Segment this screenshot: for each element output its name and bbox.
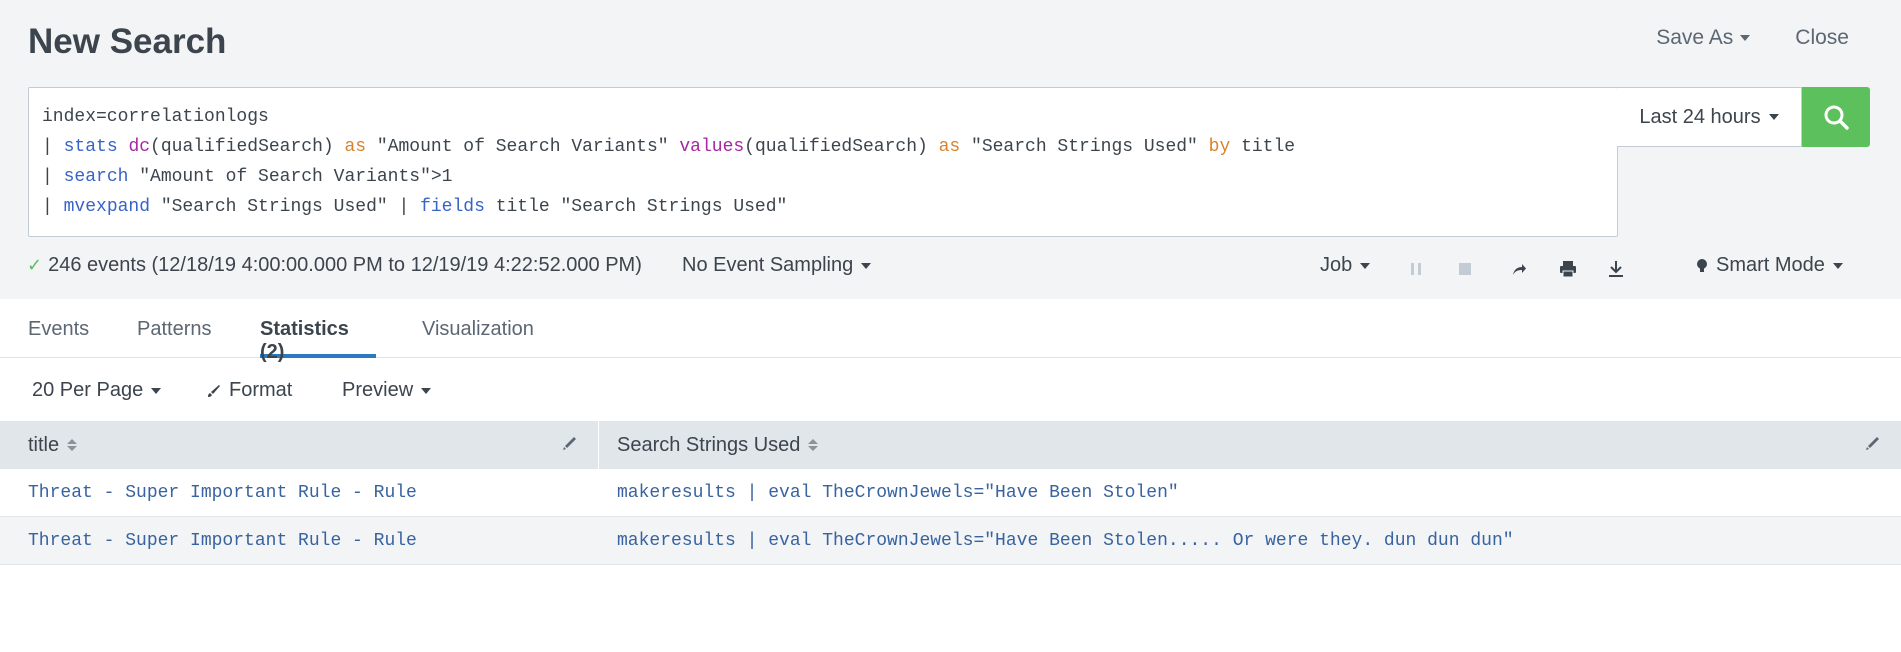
table-header: title Search Strings Used [0,421,1901,469]
pause-icon[interactable] [1405,258,1427,280]
query-keyword: fields [420,197,485,217]
save-as-button[interactable]: Save As [1656,26,1751,50]
close-label: Close [1795,26,1849,49]
query-keyword: search [63,167,129,187]
search-mode-dropdown[interactable]: Smart Mode [1696,254,1843,277]
query-text: index=correlationlogs [42,107,269,127]
pencil-icon[interactable] [1863,435,1881,453]
column-header-search-strings[interactable]: Search Strings Used [599,421,1901,469]
time-range-label: Last 24 hours [1639,105,1761,128]
job-label: Job [1320,254,1353,276]
chevron-down-icon [1768,114,1779,120]
checkmark-icon: ✓ [27,255,43,275]
lightbulb-icon [1697,258,1707,272]
chevron-down-icon [151,387,162,394]
job-menu: Job [1320,254,1371,277]
print-icon[interactable] [1557,258,1579,280]
query-text: "Amount of Search Variants" [366,137,680,157]
query-line: index=correlationlogs [42,102,1604,132]
results-table: title Search Strings Used Threat - Super… [0,421,1901,565]
pencil-icon[interactable] [560,435,578,453]
table-cell-search-string[interactable]: makeresults | eval TheCrownJewels="Have … [599,517,1901,564]
per-page-label: 20 Per Page [32,379,144,401]
query-text: | [42,197,64,217]
query-keyword: dc [128,137,151,157]
query-keyword: as [344,137,367,157]
search-header-area: New Search Save As Close index=correlati… [0,0,1901,299]
event-summary: 246 events (12/18/19 4:00:00.000 PM to 1… [48,254,642,276]
search-icon [1824,105,1849,130]
query-text: title "Search Strings Used" [484,197,788,217]
query-line: | stats dc(qualifiedSearch) as "Amount o… [42,132,1604,162]
job-dropdown[interactable]: Job [1320,254,1371,277]
search-query-editor[interactable]: index=correlationlogs | stats dc(qualifie… [28,87,1618,237]
tab-events[interactable]: Events [28,299,89,358]
table-row: Threat - Super Important Rule - Rule mak… [0,469,1901,517]
query-keyword: as [938,137,961,157]
tab-patterns[interactable]: Patterns [137,299,211,358]
stop-icon[interactable] [1454,258,1476,280]
query-text: (qualifiedSearch) [744,137,939,157]
search-button[interactable] [1802,87,1870,147]
query-keyword: values [679,137,745,157]
query-text: "Search Strings Used" | [150,197,421,217]
query-line: | search "Amount of Search Variants">1 [42,162,1604,192]
query-keyword: stats [63,137,118,157]
paintbrush-icon [208,384,220,397]
format-button[interactable]: Format [207,379,292,402]
query-keyword: mvexpand [63,197,151,217]
query-keyword: by [1208,137,1231,157]
query-text: (qualifiedSearch) [150,137,345,157]
query-text: "Amount of Search Variants">1 [128,167,453,187]
job-status: ✓ 246 events (12/18/19 4:00:00.000 PM to… [27,254,642,277]
event-sampling-dropdown[interactable]: No Event Sampling [682,254,872,277]
preview-dropdown[interactable]: Preview [342,379,432,402]
sort-icon[interactable] [67,439,78,451]
query-text [118,137,129,157]
table-cell-search-string[interactable]: makeresults | eval TheCrownJewels="Have … [599,469,1901,516]
export-icon[interactable] [1605,258,1627,280]
close-button[interactable]: Close [1795,26,1849,50]
save-as-label: Save As [1656,26,1734,49]
preview-label: Preview [342,379,414,401]
column-header-title[interactable]: title [0,421,599,469]
chevron-down-icon [1832,262,1843,269]
tab-visualization[interactable]: Visualization [422,299,534,358]
table-row: Threat - Super Important Rule - Rule mak… [0,517,1901,565]
sort-icon[interactable] [808,439,819,451]
sampling-label: No Event Sampling [682,254,854,276]
query-text: "Search Strings Used" [960,137,1209,157]
results-tabs: Events Patterns Statistics (2) Visualiza… [0,299,1901,363]
per-page-dropdown[interactable]: 20 Per Page [32,379,162,402]
results-toolbar: 20 Per Page Format Preview [0,359,1901,421]
query-text: title [1230,137,1296,157]
format-label: Format [229,379,293,401]
chevron-down-icon [1740,35,1751,41]
query-line: | mvexpand "Search Strings Used" | field… [42,192,1604,222]
chevron-down-icon [1360,262,1371,269]
top-actions: Save As Close [1656,26,1849,50]
chevron-down-icon [861,262,872,269]
column-search-strings-label: Search Strings Used [617,433,801,456]
share-icon[interactable] [1508,258,1530,280]
column-title-label: title [28,433,60,456]
query-text: | [42,167,64,187]
query-text: | [42,137,64,157]
search-mode-label: Smart Mode [1716,254,1825,276]
table-cell-title[interactable]: Threat - Super Important Rule - Rule [0,469,599,516]
time-range-picker[interactable]: Last 24 hours [1617,87,1802,147]
page-title: New Search [28,22,227,61]
chevron-down-icon [421,387,432,394]
table-cell-title[interactable]: Threat - Super Important Rule - Rule [0,517,599,564]
tab-statistics[interactable]: Statistics (2) [260,299,376,363]
